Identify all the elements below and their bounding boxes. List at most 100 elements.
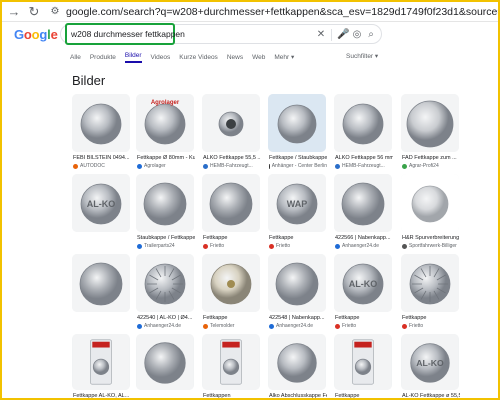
image-source[interactable]: Trailerparts24	[137, 243, 195, 249]
image-caption[interactable]: ALKO Fettkappe 56 mm	[335, 155, 393, 161]
favicon-icon	[269, 243, 274, 249]
image-caption[interactable]: Fettkappe	[203, 235, 261, 241]
forward-icon[interactable]: →	[6, 4, 22, 20]
image-source[interactable]: Anhaenger24.de	[335, 243, 393, 249]
image-caption[interactable]: Staubkappe / Fettkappe	[137, 235, 195, 241]
image-caption[interactable]: 422540 | AL-KO | Ø4...	[137, 315, 195, 321]
source-name: Anhaenger24.de	[144, 323, 181, 329]
product-image: AL-KO	[402, 334, 458, 390]
url-text[interactable]: google.com/search?q=w208+durchmesser+fet…	[66, 6, 498, 18]
image-thumbnail[interactable]	[72, 254, 130, 312]
image-source[interactable]: Frietto	[335, 323, 393, 329]
image-thumbnail[interactable]	[334, 174, 392, 232]
image-source[interactable]: Agrar-Profi24	[402, 163, 460, 169]
image-caption[interactable]: Fettkappe Ø 80mm - Kugel...	[137, 155, 195, 161]
product-image	[335, 334, 391, 390]
image-thumbnail[interactable]	[268, 94, 326, 152]
product-image	[72, 94, 130, 152]
image-caption[interactable]: Fettkappe AL-KO, AL...	[73, 393, 131, 399]
camera-search-icon[interactable]: ◎	[351, 28, 363, 42]
image-thumbnail[interactable]: WAP	[268, 174, 326, 232]
image-caption[interactable]: Fettkappe	[402, 315, 460, 321]
image-caption[interactable]: Fettkappe	[335, 315, 393, 321]
image-thumbnail[interactable]	[202, 334, 260, 390]
search-icon[interactable]: ⌕	[365, 28, 377, 42]
image-source[interactable]: Anhaenger24.de	[137, 323, 195, 329]
image-source[interactable]: Frietto	[269, 243, 327, 249]
search-filters-button[interactable]: Suchfilter ▾	[346, 52, 378, 60]
image-source[interactable]: Anhänger - Center Berlin	[269, 163, 327, 169]
reload-icon[interactable]: ↻	[26, 4, 42, 20]
search-input[interactable]: w208 durchmesser fettkappen	[71, 29, 185, 39]
image-caption[interactable]: ALKO Fettkappe 55,5 ...	[203, 155, 261, 161]
favicon-icon	[203, 163, 208, 169]
tab-web[interactable]: Web	[252, 54, 265, 61]
image-source[interactable]: Agrolager	[137, 163, 195, 169]
image-thumbnail[interactable]: AL-KO	[72, 174, 130, 232]
image-thumbnail[interactable]	[136, 254, 194, 312]
image-thumbnail[interactable]	[72, 334, 130, 390]
image-caption[interactable]: Fettkappen	[203, 393, 261, 399]
microphone-icon[interactable]: 🎤	[337, 28, 349, 42]
image-thumbnail[interactable]: AL-KO	[334, 254, 392, 312]
source-name: Sportfahrwerk-Billiger	[409, 243, 457, 249]
image-caption[interactable]: Fettkappe	[203, 315, 261, 321]
image-source[interactable]: Frietto	[203, 243, 261, 249]
image-source[interactable]: HEMB-Fahrzeugt...	[335, 163, 393, 169]
image-caption[interactable]: Fettkappe	[269, 235, 327, 241]
tab-news[interactable]: News	[227, 54, 243, 61]
image-caption[interactable]: FEBI BILSTEIN 0494...	[73, 155, 131, 161]
favicon-icon	[203, 243, 208, 249]
image-caption[interactable]: FAD Fettkappe zum ...	[402, 155, 460, 161]
image-caption[interactable]: Fettkappe	[335, 393, 393, 399]
image-thumbnail[interactable]	[401, 94, 459, 152]
tab-mehr[interactable]: Mehr ▾	[274, 53, 294, 61]
image-source[interactable]: Frietto	[402, 323, 460, 329]
image-thumbnail[interactable]	[334, 334, 392, 390]
tab-bilder[interactable]: Bilder	[124, 52, 142, 63]
image-thumbnail[interactable]	[268, 334, 326, 390]
favicon-icon	[335, 243, 340, 249]
image-caption[interactable]: 422548 | Nabenkapp...	[269, 315, 327, 321]
source-name: HEMB-Fahrzeugt...	[210, 163, 253, 169]
favicon-icon	[402, 323, 407, 329]
favicon-icon	[137, 163, 142, 169]
source-name: Frietto	[276, 243, 291, 249]
tab-produkte[interactable]: Produkte	[90, 54, 116, 61]
image-source[interactable]: Telemolder	[203, 323, 261, 329]
image-caption[interactable]: H&R Spurverbreiterung Trak+ DR...	[402, 235, 460, 241]
image-source[interactable]: HEMB-Fahrzeugt...	[203, 163, 261, 169]
site-info-icon[interactable]: ⚙	[48, 5, 62, 19]
tab-kurze-videos[interactable]: Kurze Videos	[179, 54, 218, 61]
image-thumbnail[interactable]: Agrolager	[136, 94, 194, 152]
clear-icon[interactable]: ✕	[315, 28, 327, 42]
image-thumbnail[interactable]: AL-KO	[401, 334, 459, 390]
image-thumbnail[interactable]	[334, 94, 392, 152]
image-source[interactable]: Sportfahrwerk-Billiger	[402, 243, 460, 249]
google-logo[interactable]: Google	[14, 27, 58, 42]
search-tabs: Alle Produkte Bilder Videos Kurze Videos News…	[70, 50, 303, 64]
image-caption[interactable]: Alko Abschlusskappe Fett...	[269, 393, 327, 399]
image-thumbnail[interactable]	[268, 254, 326, 312]
tab-videos[interactable]: Videos	[151, 54, 171, 61]
image-thumbnail[interactable]	[136, 174, 194, 232]
image-caption[interactable]: Fettkappe / Staubkappe 62 ...	[269, 155, 327, 161]
image-source[interactable]: AUTODOC	[73, 163, 131, 169]
image-thumbnail[interactable]	[202, 94, 260, 152]
source-name: Anhaenger24.de	[342, 243, 379, 249]
image-caption[interactable]: 422566 | Nabenkapp...	[335, 235, 393, 241]
source-name: Agrolager	[144, 163, 166, 169]
source-name: Agrar-Profi24	[409, 163, 439, 169]
image-thumbnail[interactable]	[401, 254, 459, 312]
tab-alle[interactable]: Alle	[70, 54, 81, 61]
source-name: Trailerparts24	[144, 243, 175, 249]
image-thumbnail[interactable]	[401, 174, 459, 232]
search-box[interactable]: w208 durchmesser fettkappen ✕ 🎤 ◎ ⌕	[60, 23, 382, 45]
image-caption[interactable]: AL-KO Fettkappe ø 55,5 x 29 mm ...	[402, 393, 460, 399]
image-thumbnail[interactable]	[72, 94, 130, 152]
image-thumbnail[interactable]	[202, 174, 260, 232]
image-source[interactable]: Anhaenger24.de	[269, 323, 327, 329]
image-thumbnail[interactable]	[136, 334, 194, 390]
source-name: Anhänger - Center Berlin	[271, 163, 327, 169]
image-thumbnail[interactable]	[202, 254, 260, 312]
